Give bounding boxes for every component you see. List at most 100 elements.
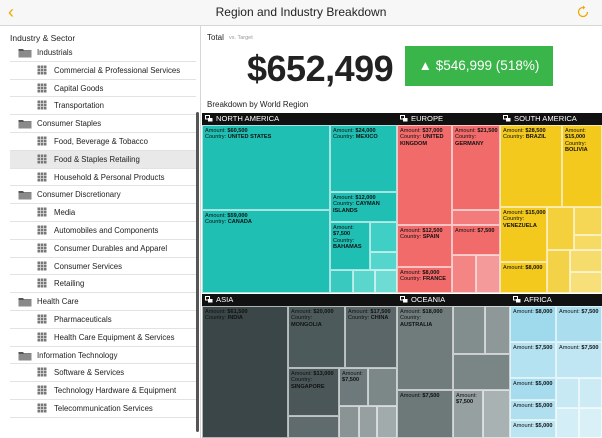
treemap-cell[interactable] [353, 270, 375, 293]
sidebar-sector[interactable]: Health Care [10, 293, 196, 311]
treemap-cell[interactable]: Amount: $18,000 Country: AUSTRALIA [397, 306, 453, 390]
treemap-cell[interactable]: Amount: $15,000 Country: VENEZUELA [500, 207, 547, 262]
treemap-cell[interactable] [547, 207, 574, 250]
treemap-cell[interactable] [556, 408, 579, 438]
sidebar-item-label: Transportation [54, 101, 104, 111]
treemap-cell[interactable]: Amount: $20,000 Country: MONGOLIA [288, 306, 345, 368]
sidebar-sector[interactable]: Consumer Discretionary [10, 186, 196, 205]
treemap-cell[interactable]: Amount: $8,000 [510, 306, 556, 342]
treemap-cell[interactable] [330, 270, 353, 293]
region-header[interactable]: OCEANIA [397, 294, 510, 306]
sidebar-item-label: Retailing [54, 279, 85, 289]
sidebar-sector[interactable]: Industrials [10, 44, 196, 62]
sidebar-industry[interactable]: Software & Services [10, 364, 196, 383]
treemap-cell[interactable] [570, 272, 602, 293]
treemap-cell[interactable]: Amount: $28,500 Country: BRAZIL [500, 125, 562, 207]
treemap-cell[interactable]: Amount: $12,500 Country: SPAIN [397, 225, 452, 267]
region-header[interactable]: AFRICA [510, 294, 602, 306]
treemap-cell[interactable]: Amount: $5,000 [510, 420, 556, 438]
sidebar-item-label: Food & Staples Retailing [54, 154, 140, 164]
treemap-cell[interactable]: Amount: $7,500 Country: BAHAMAS [330, 222, 370, 270]
treemap-cell[interactable] [377, 406, 397, 438]
treemap-cell[interactable]: Amount: $60,500 Country: UNITED STATES [202, 125, 330, 210]
treemap-cell[interactable]: Amount: $7,500 [510, 342, 556, 378]
treemap-cell[interactable] [370, 222, 397, 252]
treemap-cell[interactable] [547, 250, 570, 293]
treemap-cell[interactable]: Amount: $7,500 [397, 390, 453, 438]
treemap-cell[interactable]: Amount: $7,500 [556, 306, 602, 342]
treemap-cell[interactable]: Amount: $37,000 Country: UNITED KINGDOM [397, 125, 452, 225]
treemap-cell[interactable]: Amount: $7,500 [453, 390, 483, 438]
treemap-cell[interactable]: Amount: $15,000 Country: BOLIVIA [562, 125, 602, 207]
scrollbar[interactable] [196, 112, 199, 432]
treemap-cell[interactable]: Amount: $5,000 [510, 378, 556, 400]
treemap-cell[interactable] [574, 235, 602, 250]
grid-icon [37, 225, 47, 237]
treemap-cell[interactable]: Amount: $5,000 [510, 400, 556, 420]
treemap-cell[interactable] [483, 390, 510, 438]
treemap-cell[interactable]: Amount: $7,500 [452, 225, 500, 255]
treemap-cell[interactable]: Amount: $8,000 Country: FRANCE [397, 267, 452, 293]
treemap-cell[interactable] [375, 270, 397, 293]
sidebar-industry[interactable]: Transportation [10, 97, 196, 116]
treemap-cell[interactable] [370, 252, 397, 270]
grid-icon [37, 154, 47, 166]
treemap-cell[interactable] [579, 408, 602, 438]
sidebar-industry[interactable]: Pharmaceuticals [10, 311, 196, 329]
treemap-cell[interactable]: Amount: $13,000 Country: SINGAPORE [288, 368, 339, 416]
treemap-cell[interactable]: Amount: $61,500 Country: INDIA [202, 306, 288, 438]
sidebar-industry[interactable]: Telecommunication Services [10, 400, 196, 418]
treemap-cell[interactable] [579, 378, 602, 408]
treemap-cell[interactable]: Amount: $7,500 [339, 368, 368, 406]
treemap-cell[interactable] [453, 306, 485, 354]
sidebar-industry[interactable]: Media [10, 204, 196, 222]
sidebar-item-label: Technology Hardware & Equipment [54, 386, 177, 396]
cell-amount: Amount: $7,500 [342, 371, 363, 384]
treemap-cell[interactable]: Amount: $7,500 [556, 342, 602, 378]
sidebar-sector[interactable]: Information Technology [10, 347, 196, 365]
treemap-cell[interactable]: Amount: $12,000 Country: CAYMAN ISLANDS [330, 192, 397, 222]
treemap-cell[interactable] [339, 406, 359, 438]
treemap-cell[interactable]: Amount: $21,500 Country: GERMANY [452, 125, 500, 210]
grid-icon [37, 261, 47, 273]
cell-country: Country: BAHAMAS [333, 237, 362, 251]
treemap-cell[interactable] [570, 250, 602, 272]
sidebar-industry[interactable]: Health Care Equipment & Services [10, 329, 196, 347]
treemap-cell[interactable] [452, 255, 476, 293]
treemap-cell[interactable] [359, 406, 377, 438]
treemap-cell[interactable] [452, 210, 500, 225]
cell-country: Country: AUSTRALIA [400, 315, 433, 328]
sidebar-item-label: Telecommunication Services [54, 403, 153, 413]
treemap-cell[interactable]: Amount: $24,000 Country: MEXICO [330, 125, 397, 192]
sidebar-industry[interactable]: Technology Hardware & Equipment [10, 382, 196, 400]
treemap-cell[interactable] [556, 378, 579, 408]
region-header[interactable]: SOUTH AMERICA [500, 113, 602, 125]
treemap-cell[interactable] [288, 416, 339, 438]
treemap-cell[interactable]: Amount: $8,000 [500, 262, 547, 293]
cell-country: Country: MONGOLIA [291, 315, 322, 328]
treemap-cell[interactable] [476, 255, 500, 293]
cell-amount: Amount: $7,500 [400, 393, 440, 399]
sidebar-industry[interactable]: Consumer Durables and Apparel [10, 240, 196, 258]
refresh-icon[interactable] [576, 5, 590, 19]
treemap-cell[interactable]: Amount: $17,500 Country: CHINA [345, 306, 397, 368]
drill-icon [503, 114, 514, 123]
drill-icon [205, 295, 216, 304]
sidebar-industry[interactable]: Household & Personal Products [10, 169, 196, 187]
treemap-cell[interactable] [574, 207, 602, 235]
treemap-cell[interactable] [485, 306, 510, 354]
sidebar-industry[interactable]: Automobiles and Components [10, 222, 196, 240]
treemap-cell[interactable] [453, 354, 510, 390]
sidebar-sector[interactable]: Consumer Staples [10, 115, 196, 133]
sidebar-industry[interactable]: Consumer Services [10, 258, 196, 276]
sidebar-industry[interactable]: Food, Beverage & Tobacco [10, 133, 196, 151]
sidebar-industry[interactable]: Commercial & Professional Services [10, 62, 196, 80]
sidebar-industry[interactable]: Retailing [10, 275, 196, 294]
treemap-cell[interactable]: Amount: $59,000 Country: CANADA [202, 210, 330, 293]
sidebar-industry[interactable]: Capital Goods [10, 80, 196, 98]
region-header[interactable]: NORTH AMERICA [202, 113, 397, 125]
treemap-cell[interactable] [368, 368, 397, 406]
sidebar-industry[interactable]: Food & Staples Retailing [10, 150, 196, 169]
region-header[interactable]: EUROPE [397, 113, 500, 125]
region-header[interactable]: ASIA [202, 294, 397, 306]
